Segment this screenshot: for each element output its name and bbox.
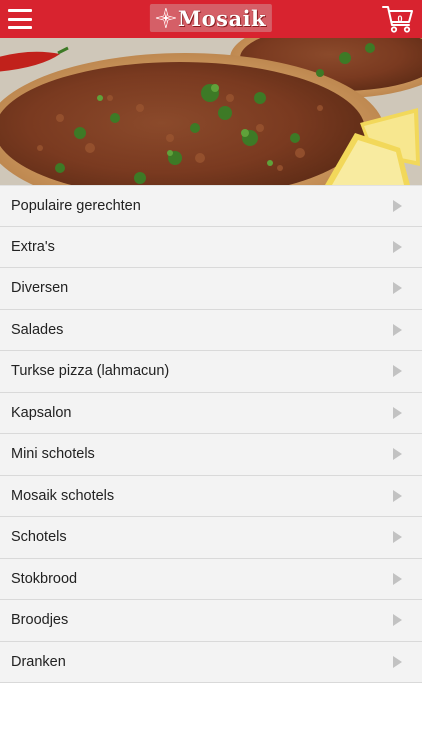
top-bar: Mosaik 0 bbox=[0, 0, 422, 38]
menu-item-label: Salades bbox=[11, 321, 64, 338]
menu-item-schotels[interactable]: Schotels bbox=[0, 517, 422, 559]
menu-item-extras[interactable]: Extra's bbox=[0, 226, 422, 268]
menu-item-label: Stokbrood bbox=[11, 570, 78, 587]
menu-item-label: Diversen bbox=[11, 280, 69, 297]
cart-count-badge: 0 bbox=[397, 14, 403, 24]
menu-item-salades[interactable]: Salades bbox=[0, 309, 422, 351]
menu-item-stokbrood[interactable]: Stokbrood bbox=[0, 558, 422, 600]
compass-star-icon bbox=[155, 8, 176, 28]
chevron-right-icon bbox=[393, 199, 402, 212]
menu-item-mosaik-schotels[interactable]: Mosaik schotels bbox=[0, 475, 422, 517]
menu-item-dranken[interactable]: Dranken bbox=[0, 641, 422, 683]
shopping-cart-icon[interactable]: 0 bbox=[382, 4, 414, 34]
chevron-right-icon bbox=[393, 282, 402, 295]
menu-item-label: Populaire gerechten bbox=[11, 197, 141, 214]
chevron-right-icon bbox=[393, 240, 402, 253]
menu-item-label: Schotels bbox=[11, 529, 67, 546]
menu-item-label: Dranken bbox=[11, 653, 66, 670]
chevron-right-icon bbox=[393, 655, 402, 668]
menu-item-populaire-gerechten[interactable]: Populaire gerechten bbox=[0, 185, 422, 227]
menu-item-mini-schotels[interactable]: Mini schotels bbox=[0, 434, 422, 476]
menu-item-label: Mosaik schotels bbox=[11, 487, 115, 504]
category-menu: Populaire gerechten Extra's Diversen Sal… bbox=[0, 185, 422, 683]
chevron-right-icon bbox=[393, 448, 402, 461]
chevron-right-icon bbox=[393, 323, 402, 336]
menu-item-label: Mini schotels bbox=[11, 446, 95, 463]
chevron-right-icon bbox=[393, 531, 402, 544]
hero-food-image bbox=[0, 38, 422, 185]
app-logo: Mosaik bbox=[149, 4, 273, 32]
menu-item-broodjes[interactable]: Broodjes bbox=[0, 600, 422, 642]
logo-text: Mosaik bbox=[177, 5, 267, 31]
chevron-right-icon bbox=[393, 572, 402, 585]
chevron-right-icon bbox=[393, 614, 402, 627]
hamburger-menu-icon[interactable] bbox=[8, 9, 32, 29]
chevron-right-icon bbox=[393, 489, 402, 502]
menu-item-diversen[interactable]: Diversen bbox=[0, 268, 422, 310]
menu-item-label: Turkse pizza (lahmacun) bbox=[11, 363, 170, 380]
chevron-right-icon bbox=[393, 365, 402, 378]
menu-item-label: Kapsalon bbox=[11, 404, 72, 421]
chevron-right-icon bbox=[393, 406, 402, 419]
menu-item-kapsalon[interactable]: Kapsalon bbox=[0, 392, 422, 434]
menu-item-label: Broodjes bbox=[11, 612, 69, 629]
menu-item-label: Extra's bbox=[11, 238, 55, 255]
menu-item-turkse-pizza[interactable]: Turkse pizza (lahmacun) bbox=[0, 351, 422, 393]
